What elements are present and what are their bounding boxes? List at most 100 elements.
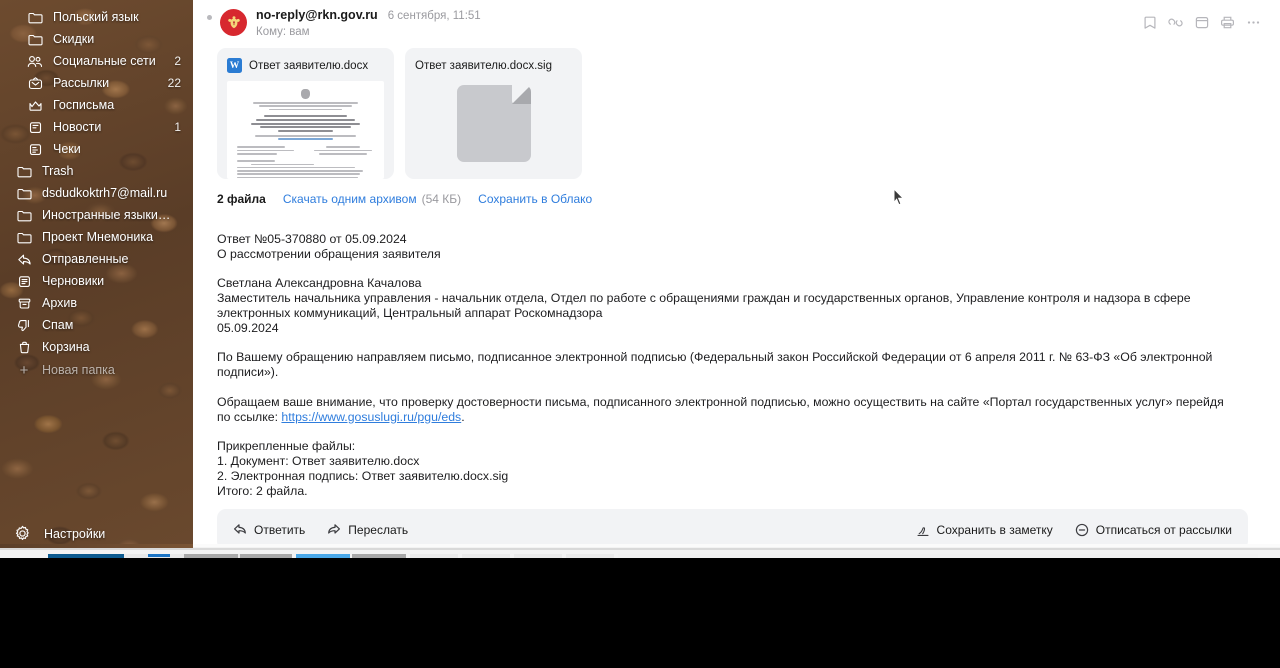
sidebar-item-polish[interactable]: Польский язык	[0, 6, 193, 28]
tab-indicator-active[interactable]	[48, 554, 124, 558]
more-options-icon[interactable]	[1244, 13, 1263, 32]
file-item-1: 1. Документ: Ответ заявителю.docx	[217, 453, 420, 468]
tab-indicator-highlight[interactable]	[296, 554, 350, 558]
save-to-cloud-link[interactable]: Сохранить в Облако	[478, 192, 592, 206]
sidebar-item-government-letters[interactable]: Госписьма	[0, 94, 193, 116]
print-icon[interactable]	[1218, 13, 1237, 32]
unsubscribe-minus-circle-icon	[1075, 523, 1089, 537]
sidebar-item-label: Иностранные языки изуче...	[42, 208, 173, 222]
sidebar-item-archive[interactable]: Архив	[0, 292, 193, 314]
sidebar-item-label: Новости	[53, 120, 102, 134]
reply-button[interactable]: Ответить	[233, 523, 305, 537]
attachment-filename: Ответ заявителю.docx.sig	[415, 59, 552, 72]
generic-file-icon	[456, 85, 531, 162]
body-paragraph-files: Прикрепленные файлы: 1. Документ: Ответ …	[217, 439, 1227, 498]
sent-arrow-icon	[14, 251, 34, 267]
tab-indicator[interactable]	[184, 554, 238, 558]
tab-indicator[interactable]	[352, 554, 406, 558]
unsubscribe-label: Отписаться от рассылки	[1095, 522, 1232, 537]
message-header-actions	[1140, 13, 1263, 32]
save-to-note-label: Сохранить в заметку	[936, 522, 1053, 537]
sidebar-item-label: Чеки	[53, 142, 81, 156]
bookmark-icon[interactable]	[1140, 13, 1159, 32]
tab-strip-empty-area[interactable]	[618, 554, 1258, 558]
forward-label: Переслать	[348, 522, 409, 537]
forward-arrow-icon	[327, 523, 341, 536]
tab-indicator[interactable]	[410, 554, 458, 558]
archive-size-label: (54 КБ)	[421, 192, 462, 206]
sender-info: no-reply@rkn.gov.ru 6 сентября, 11:51 Ко…	[256, 8, 481, 38]
sidebar-item-foreign-languages[interactable]: Иностранные языки изуче...	[0, 204, 193, 226]
sidebar-item-sent[interactable]: Отправленные	[0, 248, 193, 270]
sidebar-item-receipts[interactable]: Чеки	[0, 138, 193, 160]
link-icon[interactable]	[1166, 13, 1185, 32]
document-crest-mark	[301, 89, 310, 99]
message-view: no-reply@rkn.gov.ru 6 сентября, 11:51 Ко…	[193, 0, 1280, 558]
note-pen-icon	[916, 523, 930, 537]
sidebar-item-label: Польский язык	[53, 10, 139, 24]
new-folder-button[interactable]: + Новая папка	[0, 358, 193, 382]
sidebar-item-trash-folder[interactable]: Trash	[0, 160, 193, 182]
forward-button[interactable]: Переслать	[327, 523, 408, 537]
body-paragraph-law: По Вашему обращению направляем письмо, п…	[217, 350, 1213, 380]
folder-icon	[14, 185, 34, 201]
sidebar-folder-list[interactable]: Польский язык Скидки Социальные сети 2 Р…	[0, 0, 193, 558]
unsubscribe-button[interactable]: Отписаться от рассылки	[1075, 523, 1232, 537]
settings-button[interactable]: Настройки	[0, 525, 105, 542]
files-total: Итого: 2 файла.	[217, 483, 308, 498]
sidebar-item-news[interactable]: Новости 1	[0, 116, 193, 138]
sidebar-item-spam[interactable]: Спам	[0, 314, 193, 336]
sidebar-item-discounts[interactable]: Скидки	[0, 28, 193, 50]
message-recipients[interactable]: Кому: вам	[256, 26, 481, 38]
receipt-icon	[25, 141, 45, 157]
attachments-list: W Ответ заявителю.docx Ответ заявителю.d…	[217, 48, 1280, 179]
word-file-icon: W	[227, 58, 242, 73]
sidebar-item-count: 2	[174, 54, 181, 68]
tab-indicator-secondary[interactable]	[148, 554, 170, 557]
body-subject-line: О рассмотрении обращения заявителя	[217, 246, 441, 261]
folder-icon	[25, 9, 45, 25]
avatar	[220, 9, 247, 36]
attachment-preview-thumbnail	[227, 81, 384, 179]
sidebar-item-label: Корзина	[42, 340, 90, 354]
sidebar-item-count: 22	[167, 76, 181, 90]
sidebar-item-label: dsdudkoktrh7@mail.ru	[42, 186, 168, 200]
sidebar-item-mailru-folder[interactable]: dsdudkoktrh7@mail.ru	[0, 182, 193, 204]
spam-thumb-down-icon	[14, 317, 34, 333]
attachment-card-sig[interactable]: Ответ заявителю.docx.sig	[405, 48, 582, 179]
browser-tab-strip[interactable]	[0, 544, 1280, 558]
files-heading: Прикрепленные файлы:	[217, 439, 356, 454]
news-icon	[25, 119, 45, 135]
signer-position: Заместитель начальника управления - нача…	[217, 291, 1191, 320]
body-paragraph-signer: Светлана Александровна Качалова Заместит…	[217, 276, 1227, 335]
reply-label: Ответить	[254, 522, 306, 537]
sidebar-item-label: Отправленные	[42, 252, 129, 266]
download-archive-link[interactable]: Скачать одним архивом	[283, 192, 417, 206]
sidebar-item-count: 1	[174, 120, 181, 134]
sidebar-item-label: Архив	[42, 296, 78, 310]
archive-icon[interactable]	[1192, 13, 1211, 32]
sidebar-item-label: Черновики	[42, 274, 105, 288]
sidebar-item-social-networks[interactable]: Социальные сети 2	[0, 50, 193, 72]
sender-email[interactable]: no-reply@rkn.gov.ru	[256, 8, 378, 22]
save-to-note-button[interactable]: Сохранить в заметку	[916, 523, 1053, 537]
trash-bin-icon	[14, 339, 34, 355]
tab-indicator[interactable]	[240, 554, 292, 558]
tab-strip-separator	[0, 548, 1280, 550]
tab-indicator[interactable]	[462, 554, 510, 558]
attachment-card-docx[interactable]: W Ответ заявителю.docx	[217, 48, 394, 179]
sidebar: Польский язык Скидки Социальные сети 2 Р…	[0, 0, 193, 558]
sidebar-item-drafts[interactable]: Черновики	[0, 270, 193, 292]
folder-icon	[14, 207, 34, 223]
drafts-icon	[14, 273, 34, 289]
sidebar-item-newsletters[interactable]: Рассылки 22	[0, 72, 193, 94]
sidebar-item-bin[interactable]: Корзина	[0, 336, 193, 358]
unread-indicator-dot[interactable]	[207, 15, 212, 20]
signer-date: 05.09.2024	[217, 320, 279, 335]
gosuslugi-link[interactable]: https://www.gosuslugi.ru/pgu/eds	[281, 410, 461, 424]
tab-indicator[interactable]	[514, 554, 562, 558]
tab-indicator[interactable]	[566, 554, 614, 558]
sidebar-item-mnemonika-project[interactable]: Проект Мнемоника	[0, 226, 193, 248]
verification-period: .	[461, 409, 465, 424]
signer-name: Светлана Александровна Качалова	[217, 276, 422, 291]
